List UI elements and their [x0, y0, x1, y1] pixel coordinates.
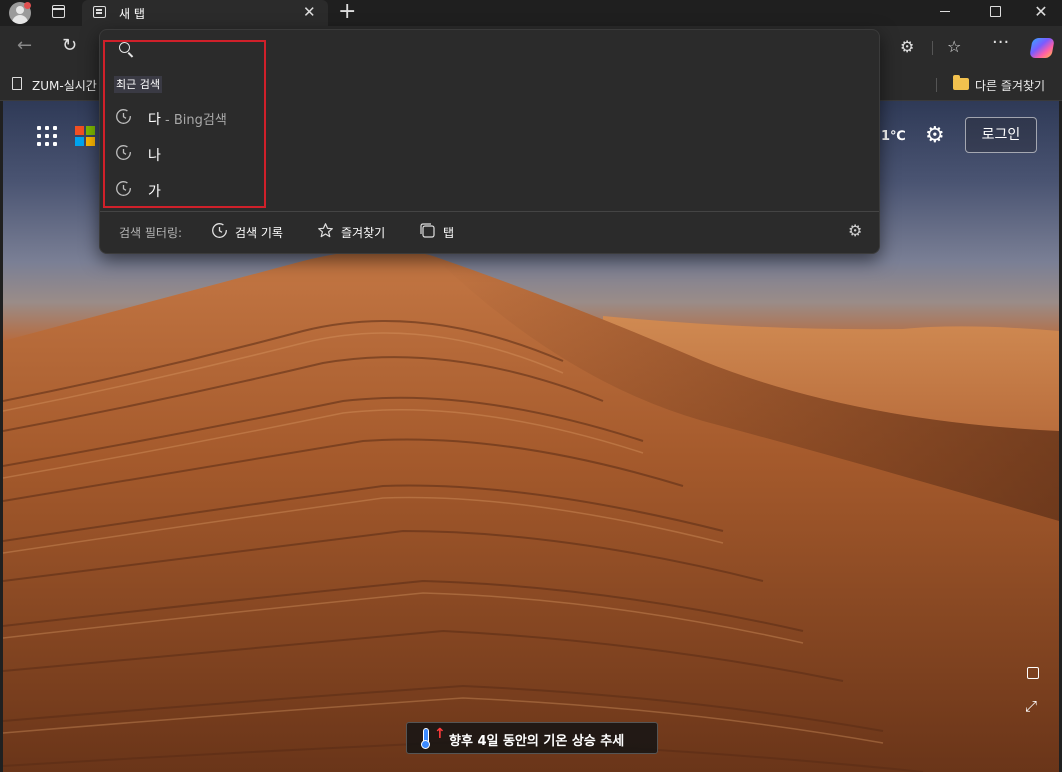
history-text: 다 [148, 112, 161, 128]
favorites-icon[interactable]: ☆ [947, 38, 961, 56]
favorites-divider [936, 78, 937, 92]
recent-searches-label: 최근 검색 [114, 76, 162, 93]
tab-new-tab[interactable]: 새 탭 ✕ [82, 0, 328, 26]
tab-actions-icon[interactable] [52, 5, 65, 18]
arrow-up-icon: ↑ [434, 726, 446, 742]
weather-trend-banner[interactable]: ↑ 향후 4일 동안의 기온 상승 추세 [406, 722, 658, 754]
address-bar-dropdown: 최근 검색 다 - Bing검색 나 가 검색 필터링: 검색 기록 즐겨찾기 … [99, 29, 880, 254]
minimize-button[interactable] [922, 0, 968, 26]
copilot-icon[interactable] [1029, 38, 1055, 58]
history-clock-icon [116, 109, 131, 124]
more-menu-icon[interactable]: ··· [992, 34, 1009, 52]
title-bar: 새 탭 ✕ + ✕ [0, 0, 1062, 26]
folder-icon [953, 75, 969, 90]
other-favorites-link[interactable]: 다른 즐겨찾기 [975, 77, 1045, 94]
newtab-favicon-icon [93, 6, 106, 18]
back-icon[interactable]: ← [17, 36, 32, 56]
background-image-icon[interactable] [1027, 667, 1039, 679]
page-settings-icon[interactable]: ⚙ [925, 124, 945, 148]
notification-dot [24, 2, 31, 9]
refresh-icon[interactable]: ↻ [62, 36, 77, 56]
history-text: 가 [148, 184, 161, 200]
search-settings-icon[interactable]: ⚙ [848, 222, 862, 240]
maximize-button[interactable] [972, 0, 1018, 26]
tab-title: 새 탭 [119, 7, 145, 21]
filter-favorites-label: 즐겨찾기 [341, 226, 386, 240]
toolbar-divider [932, 41, 933, 55]
history-clock-icon [116, 181, 131, 196]
filter-label: 검색 필터링: [119, 226, 183, 240]
history-clock-icon [212, 223, 227, 238]
filter-divider [100, 211, 879, 212]
history-suffix: - Bing검색 [160, 113, 227, 128]
banner-text: 향후 4일 동안의 기온 상승 추세 [449, 734, 625, 749]
extensions-icon[interactable]: ⚙ [900, 38, 914, 56]
history-item[interactable]: 나 [115, 139, 255, 167]
history-text: 나 [148, 148, 161, 164]
filter-history-label: 검색 기록 [235, 226, 283, 240]
favorite-zum[interactable]: ZUM-실시간 [32, 77, 97, 94]
thermometer-icon [421, 728, 430, 749]
tabs-icon [420, 223, 435, 238]
filter-tabs-label: 탭 [443, 226, 455, 240]
history-item[interactable]: 다 - Bing검색 [115, 103, 255, 131]
weather-temperature[interactable]: 1℃ [881, 129, 906, 144]
expand-icon[interactable]: ⤢ [1025, 697, 1037, 715]
new-tab-button[interactable]: + [338, 0, 356, 24]
apps-grid-icon[interactable] [37, 126, 57, 146]
login-button[interactable]: 로그인 [965, 117, 1037, 153]
page-icon [12, 77, 22, 90]
microsoft-logo-icon [75, 126, 95, 146]
history-item[interactable]: 가 [115, 175, 255, 203]
close-window-button[interactable]: ✕ [1018, 0, 1062, 26]
tab-close-icon[interactable]: ✕ [303, 3, 316, 21]
history-clock-icon [116, 145, 131, 160]
star-icon [318, 223, 333, 238]
